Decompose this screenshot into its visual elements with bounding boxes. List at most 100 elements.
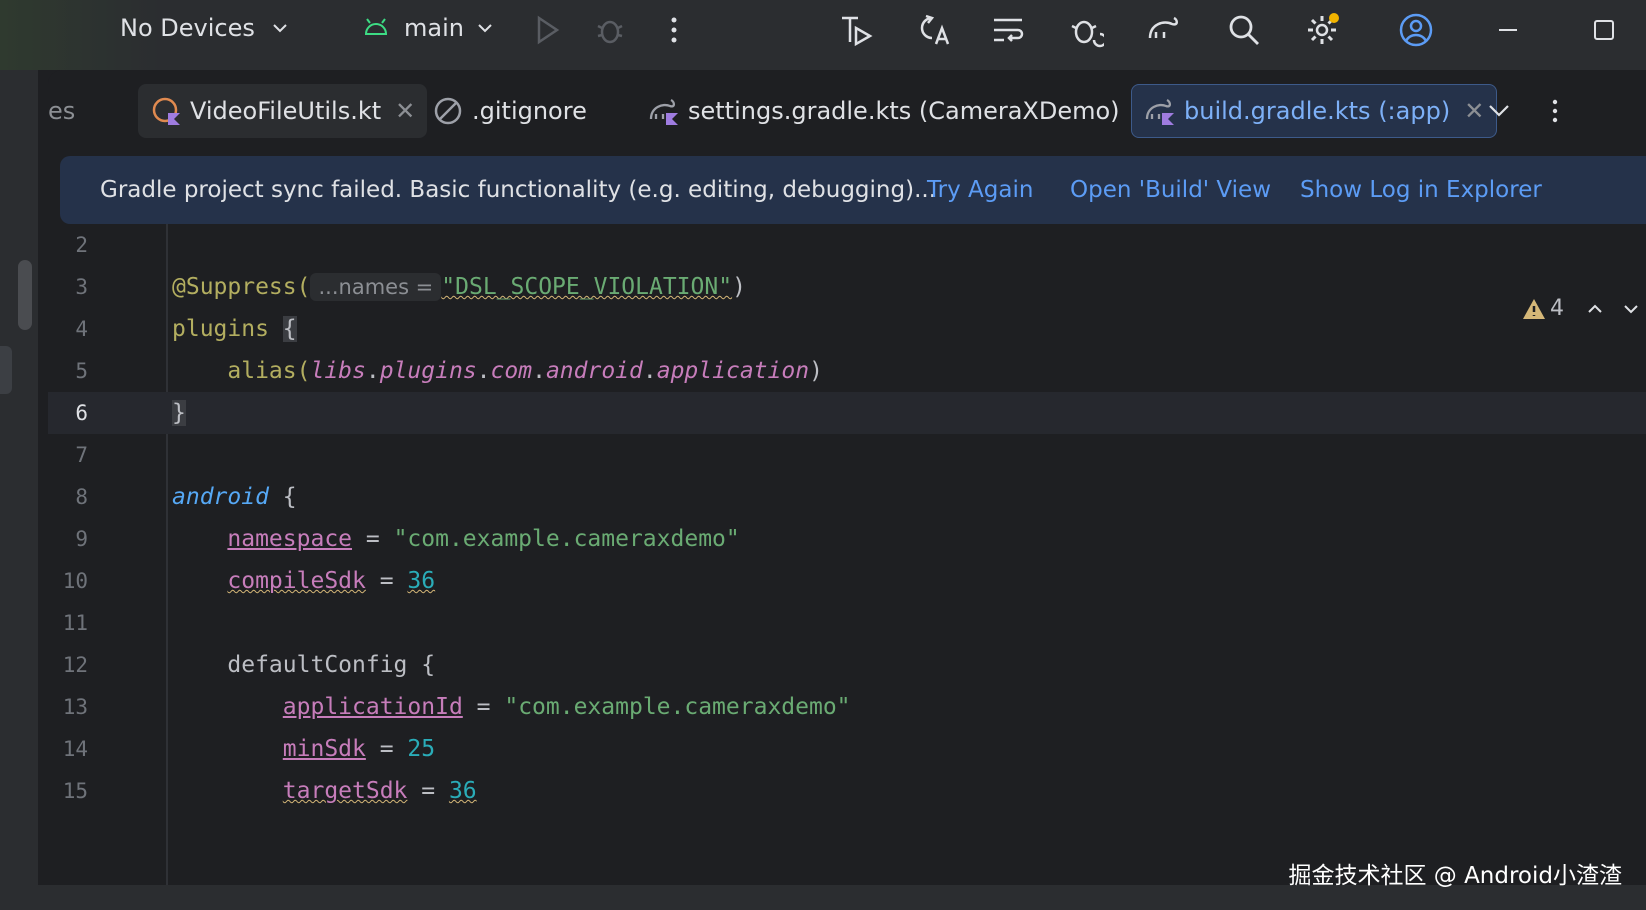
- property-token: android: [545, 358, 643, 384]
- line-number: 15: [62, 779, 88, 803]
- bug-sync-icon: [1071, 20, 1104, 48]
- gradle-elephant-icon: [1148, 16, 1178, 39]
- try-again-link[interactable]: Try Again: [927, 177, 1033, 203]
- wrap-button[interactable]: [986, 8, 1030, 52]
- bug-icon: [597, 20, 623, 44]
- paren-token: ): [809, 358, 823, 384]
- editor-tabs: es VideoFileUtils.kt ✕ .gitignore settin…: [48, 70, 1646, 156]
- brace-token: {: [282, 484, 297, 510]
- property-token: application: [656, 358, 810, 384]
- minimize-button[interactable]: [1486, 8, 1530, 52]
- scroll-handle[interactable]: [18, 260, 32, 330]
- paren-token: ): [732, 274, 746, 300]
- settings-button[interactable]: [1300, 8, 1344, 52]
- code-line: 9 namespace = "com.example.cameraxdemo": [48, 518, 1646, 560]
- code-editor[interactable]: 2 3 @Suppress(...names = "DSL_SCOPE_VIOLA…: [48, 224, 1646, 885]
- translate-icon: [920, 14, 950, 45]
- tabs-dropdown-button[interactable]: [1484, 96, 1514, 130]
- code-line: 10 compileSdk = 36: [48, 560, 1646, 602]
- run-button[interactable]: [524, 8, 568, 52]
- branch-selector[interactable]: main: [362, 0, 496, 56]
- brace-token: {: [282, 316, 297, 342]
- translate-button[interactable]: [912, 8, 956, 52]
- maximize-icon: [1594, 20, 1614, 40]
- tab-label: es: [48, 97, 76, 125]
- operator-token: =: [407, 778, 449, 804]
- code-line: 7: [48, 434, 1646, 476]
- tab-gitignore[interactable]: .gitignore: [420, 84, 599, 138]
- minimize-icon: [1499, 29, 1517, 31]
- tabs-more-button[interactable]: [1540, 96, 1570, 130]
- gradle-sync-button[interactable]: [1142, 8, 1186, 52]
- user-avatar-icon: [1399, 13, 1433, 47]
- line-number: 12: [62, 653, 88, 677]
- device-selector-label: No Devices: [120, 14, 255, 42]
- gradle-file-icon: [1145, 98, 1174, 125]
- line-number: 6: [75, 401, 88, 425]
- more-vertical-icon: [1552, 99, 1558, 123]
- chevron-down-icon: [273, 24, 287, 33]
- code-line: 5 alias(libs.plugins.com.android.applica…: [48, 350, 1646, 392]
- number-token: 36: [407, 568, 436, 594]
- operator-token: =: [352, 526, 394, 552]
- property-token: com: [490, 358, 533, 384]
- code-line: 12 defaultConfig {: [48, 644, 1646, 686]
- code-line: 3 @Suppress(...names = "DSL_SCOPE_VIOLATI…: [48, 266, 1646, 308]
- maximize-button[interactable]: [1582, 8, 1626, 52]
- code-line: 11: [48, 602, 1646, 644]
- function-token: alias(: [227, 358, 311, 384]
- active-tool-indicator: [0, 346, 12, 394]
- tab-videofileutils[interactable]: VideoFileUtils.kt ✕: [138, 84, 428, 138]
- operator-token: =: [365, 568, 408, 594]
- device-selector[interactable]: No Devices: [120, 0, 291, 56]
- play-icon: [537, 15, 560, 45]
- line-number: 9: [75, 527, 88, 551]
- line-number: 10: [62, 569, 88, 593]
- annotation-token: @Suppress(: [172, 274, 311, 300]
- line-number: 14: [62, 737, 88, 761]
- show-log-link[interactable]: Show Log in Explorer: [1300, 177, 1542, 203]
- branch-label: main: [404, 14, 464, 42]
- chevron-down-icon[interactable]: [1620, 298, 1642, 320]
- open-build-view-link[interactable]: Open 'Build' View: [1070, 177, 1271, 203]
- tab-partial[interactable]: es: [48, 84, 87, 138]
- property-token: libs: [310, 358, 366, 384]
- ignored-file-icon: [434, 97, 462, 125]
- close-icon[interactable]: ✕: [1464, 97, 1484, 125]
- property-token: applicationId: [282, 694, 463, 720]
- banner-message: Gradle project sync failed. Basic functi…: [100, 177, 937, 203]
- tab-build-gradle-app[interactable]: build.gradle.kts (:app) ✕: [1131, 84, 1498, 138]
- tab-settings-gradle[interactable]: settings.gradle.kts (CameraXDemo): [636, 84, 1132, 138]
- code-line: 15 targetSdk = 36: [48, 770, 1646, 812]
- code-line: 8 android {: [48, 476, 1646, 518]
- warning-count: 4: [1550, 296, 1564, 321]
- watermark-text: 掘金技术社区 @ Android小渣渣: [1288, 863, 1622, 889]
- left-tool-strip: [0, 70, 38, 885]
- code-line: 4 plugins {: [48, 308, 1646, 350]
- line-number: 7: [75, 443, 88, 467]
- run-tests-icon: [842, 16, 873, 47]
- account-button[interactable]: [1394, 8, 1438, 52]
- chevron-down-icon: [1489, 105, 1509, 117]
- run-tests-button[interactable]: [834, 8, 878, 52]
- string-token: "com.example.cameraxdemo": [504, 694, 851, 720]
- line-number: 5: [75, 359, 88, 383]
- search-button[interactable]: [1222, 8, 1266, 52]
- chevron-up-icon[interactable]: [1584, 298, 1606, 320]
- property-token: plugins: [379, 358, 477, 384]
- debug-button[interactable]: [588, 8, 632, 52]
- close-icon[interactable]: ✕: [395, 97, 415, 125]
- operator-token: =: [365, 736, 408, 762]
- property-token: targetSdk: [282, 778, 408, 804]
- tab-label: build.gradle.kts (:app): [1184, 97, 1451, 125]
- tab-label: settings.gradle.kts (CameraXDemo): [688, 97, 1120, 125]
- more-actions-button[interactable]: [652, 8, 696, 52]
- sync-bug-button[interactable]: [1064, 8, 1108, 52]
- number-token: 25: [407, 736, 436, 762]
- wrap-lines-icon: [994, 18, 1024, 42]
- line-number: 13: [62, 695, 88, 719]
- line-number: 4: [75, 317, 88, 341]
- kotlin-file-icon: [152, 97, 180, 125]
- code-line: 13 applicationId = "com.example.cameraxd…: [48, 686, 1646, 728]
- inspection-widget[interactable]: 4: [1522, 296, 1642, 321]
